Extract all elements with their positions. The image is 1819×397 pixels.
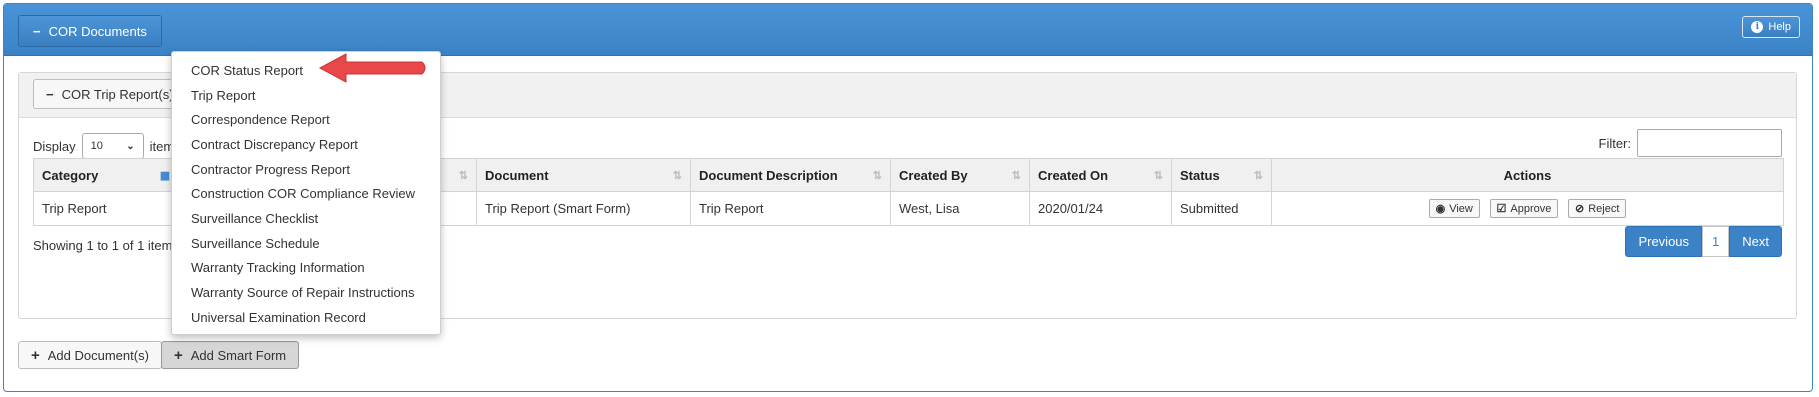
red-arrow-icon: [318, 53, 426, 83]
trip-reports-toggle-button[interactable]: − COR Trip Report(s): [33, 79, 187, 109]
cell-description: Trip Report: [690, 191, 891, 226]
sort-icon: ⇅: [1153, 170, 1163, 182]
cell-actions: ◉ View ☑ Approve ⊘ Reject: [1271, 191, 1784, 226]
sort-icon: ⇅: [1253, 170, 1263, 182]
column-header-document-description[interactable]: Document Description ⇅: [690, 158, 891, 192]
ban-icon: ⊘: [1574, 203, 1585, 215]
add-smart-form-button[interactable]: + Add Smart Form: [161, 341, 300, 369]
sort-icon: ⇅: [458, 170, 468, 182]
pagination: Previous 1 Next: [1625, 226, 1782, 257]
column-header-category[interactable]: Category ▮▮: [33, 158, 179, 192]
menu-item-contractor-progress-report[interactable]: Contractor Progress Report: [172, 157, 440, 182]
display-label: Display: [33, 138, 76, 154]
previous-button[interactable]: Previous: [1625, 226, 1703, 257]
cell-created-on: 2020/01/24: [1029, 191, 1172, 226]
sort-icon: ⇅: [872, 170, 882, 182]
cell-document: Trip Report (Smart Form): [476, 191, 691, 226]
menu-item-trip-report[interactable]: Trip Report: [172, 83, 440, 108]
sort-icon: ⇅: [672, 170, 682, 182]
items-per-page-value: 10: [90, 140, 103, 152]
sort-icon: ⇅: [1011, 170, 1021, 182]
column-header-created-on[interactable]: Created On ⇅: [1029, 158, 1172, 192]
menu-item-universal-examination-record[interactable]: Universal Examination Record: [172, 305, 440, 330]
menu-item-contract-discrepancy-report[interactable]: Contract Discrepancy Report: [172, 132, 440, 157]
column-header-document[interactable]: Document ⇅: [476, 158, 691, 192]
column-header-created-by[interactable]: Created By ⇅: [890, 158, 1030, 192]
column-header-actions: Actions: [1271, 158, 1784, 192]
add-documents-label: Add Document(s): [47, 347, 149, 363]
add-smart-form-label: Add Smart Form: [190, 347, 287, 363]
help-button[interactable]: i Help: [1742, 16, 1800, 38]
menu-item-surveillance-schedule[interactable]: Surveillance Schedule: [172, 231, 440, 256]
smart-form-dropdown-menu: COR Status Report Trip Report Correspond…: [171, 51, 441, 335]
eye-icon: ◉: [1435, 203, 1446, 215]
help-label: Help: [1768, 21, 1791, 33]
approve-button[interactable]: ☑ Approve: [1489, 199, 1559, 218]
plus-icon: +: [31, 346, 40, 364]
page-1-button[interactable]: 1: [1702, 226, 1730, 257]
cell-category: Trip Report: [33, 191, 179, 226]
column-header-status[interactable]: Status ⇅: [1171, 158, 1272, 192]
reject-button[interactable]: ⊘ Reject: [1567, 199, 1627, 218]
info-icon: i: [1751, 21, 1764, 33]
menu-item-surveillance-checklist[interactable]: Surveillance Checklist: [172, 206, 440, 231]
filter-label: Filter:: [1598, 135, 1632, 151]
plus-icon: +: [174, 346, 183, 364]
filter-input[interactable]: [1637, 129, 1782, 157]
minus-icon: −: [46, 86, 54, 102]
view-button[interactable]: ◉ View: [1428, 199, 1480, 218]
items-per-page-select[interactable]: 10 ⌄: [81, 133, 144, 159]
next-button[interactable]: Next: [1729, 226, 1782, 257]
cor-documents-toggle-button[interactable]: − COR Documents: [18, 15, 162, 47]
sort-asc-icon: ▮▮: [159, 170, 170, 182]
display-control: Display 10 ⌄ items: [33, 133, 181, 159]
check-square-icon: ☑: [1496, 203, 1507, 215]
filter-control: Filter:: [1598, 129, 1782, 157]
showing-text: Showing 1 to 1 of 1 items: [33, 238, 179, 253]
panel-header: − COR Documents i Help: [4, 4, 1812, 56]
minus-icon: −: [33, 23, 41, 39]
cor-documents-title: COR Documents: [48, 23, 147, 39]
cell-status: Submitted: [1171, 191, 1272, 226]
cell-created-by: West, Lisa: [890, 191, 1030, 226]
menu-item-construction-cor-compliance-review[interactable]: Construction COR Compliance Review: [172, 181, 440, 206]
menu-item-warranty-tracking-information[interactable]: Warranty Tracking Information: [172, 256, 440, 281]
add-documents-button[interactable]: + Add Document(s): [18, 341, 162, 369]
chevron-down-icon: ⌄: [126, 140, 135, 152]
menu-item-warranty-source-of-repair-instructions[interactable]: Warranty Source of Repair Instructions: [172, 280, 440, 305]
trip-reports-title: COR Trip Report(s): [61, 86, 174, 102]
menu-item-correspondence-report[interactable]: Correspondence Report: [172, 107, 440, 132]
